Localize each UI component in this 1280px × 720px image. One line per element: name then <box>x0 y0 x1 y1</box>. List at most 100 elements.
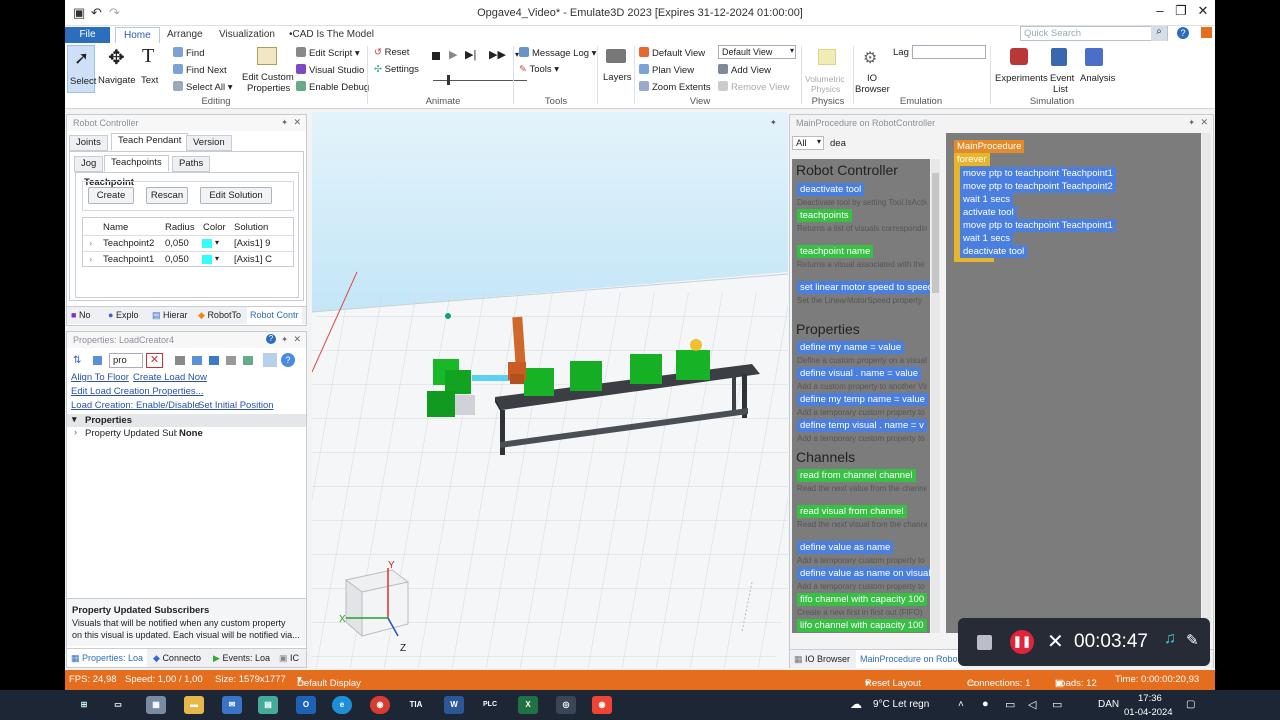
play-icon[interactable]: ▶ <box>449 48 457 61</box>
tab-notes[interactable]: ■ No <box>71 310 90 320</box>
visual-studio-button[interactable]: Visual Studio <box>296 64 364 76</box>
text-button[interactable]: T Text <box>137 45 163 93</box>
select-button[interactable]: ➚ Select <box>67 45 96 93</box>
close-icon[interactable]: ✕ <box>293 117 301 128</box>
remove-view-button[interactable]: Remove View <box>718 81 789 93</box>
outlook-icon[interactable]: O <box>296 696 316 714</box>
tab-teach-pendant[interactable]: Teach Pendant <box>111 133 189 151</box>
property-row[interactable]: › Property Updated Subs None <box>67 427 306 440</box>
palette-block[interactable]: define my name = value <box>797 341 905 354</box>
tab-arrange[interactable]: Arrange <box>159 27 211 43</box>
palette-block[interactable]: lifo channel with capacity 100 <box>797 619 927 632</box>
script-line[interactable]: activate tool <box>960 206 1017 219</box>
battery-icon[interactable]: ▭ <box>1052 698 1062 711</box>
slider-thumb[interactable] <box>447 75 450 85</box>
palette-block[interactable]: set linear motor speed to speed <box>797 281 930 294</box>
help-icon[interactable]: ? <box>266 334 276 344</box>
recorder-icon[interactable]: ◉ <box>592 696 612 714</box>
script-canvas[interactable]: MainProcedure forever move ptp to teachp… <box>946 133 1201 633</box>
excel-icon[interactable]: X <box>518 696 538 714</box>
palette-block[interactable]: teachpoint name <box>797 245 874 258</box>
plan-view-button[interactable]: Plan View <box>639 64 694 76</box>
script-line[interactable]: wait 1 secs <box>960 193 1013 206</box>
category-icon[interactable] <box>93 356 102 365</box>
script-line[interactable]: wait 1 secs <box>960 232 1013 245</box>
volume-icon[interactable]: ◁ <box>1028 698 1036 711</box>
canvas-scrollbar[interactable] <box>1202 133 1211 633</box>
task-view-icon[interactable]: ▭ <box>108 696 128 714</box>
palette-block[interactable]: define value as name <box>797 541 894 554</box>
quick-search-input[interactable]: Quick Search <box>1024 28 1081 39</box>
navigate-button[interactable]: ✥ Navigate <box>98 45 136 93</box>
toolbar-icon[interactable] <box>243 356 253 365</box>
tab-cad-is-the-model[interactable]: •CAD Is The Model <box>281 27 382 43</box>
enable-debug-button[interactable]: Enable Debug <box>296 81 369 93</box>
table-row[interactable]: › Teachpoint2 0,050 ▾ [Axis1] 9 <box>83 235 295 251</box>
experiments-button[interactable]: Experiments <box>995 45 1048 95</box>
palette-filter-select[interactable]: All ▾ <box>792 136 824 150</box>
file-explorer-icon[interactable]: ▬ <box>184 696 204 714</box>
sort-icon[interactable]: ⇅ <box>73 355 81 366</box>
chevron-down-icon[interactable]: ▾ <box>215 254 219 263</box>
subtab-teachpoints[interactable]: Teachpoints <box>104 155 169 172</box>
toolbar-icon[interactable] <box>263 353 277 367</box>
toolbar-icon[interactable] <box>175 356 185 365</box>
find-next-button[interactable]: Find Next <box>173 64 227 76</box>
tab-robot-controller[interactable]: Robot Contr <box>247 307 302 325</box>
tab-properties[interactable]: ▦ Properties: Loa <box>67 649 148 667</box>
microphone-icon[interactable]: ♫ <box>1164 630 1176 648</box>
palette-search-input[interactable]: dea <box>830 138 846 149</box>
tab-events[interactable]: ▶ Events: Loa <box>213 653 270 664</box>
align-to-floor-link[interactable]: Align To Floor <box>71 372 129 383</box>
close-icon[interactable]: ✕ <box>293 334 301 345</box>
reset-button[interactable]: ↺ Reset <box>374 47 409 58</box>
palette-block[interactable]: fifo channel with capacity 100 <box>797 593 928 606</box>
palette-block[interactable]: deactivate tool <box>797 183 865 196</box>
tab-visualization[interactable]: Visualization <box>211 27 283 43</box>
widgets-icon[interactable]: ▦ <box>146 696 166 714</box>
edit-solution-button[interactable]: Edit Solution <box>200 187 272 204</box>
tab-version[interactable]: Version <box>186 135 232 151</box>
color-swatch[interactable] <box>202 255 212 264</box>
tab-main-procedure[interactable]: MainProcedure on Robot <box>856 650 965 668</box>
chevron-down-icon[interactable]: ▾ <box>215 238 219 247</box>
weather-text[interactable]: 9°C Let regn <box>873 699 929 710</box>
add-view-button[interactable]: Add View <box>718 64 771 76</box>
palette-block[interactable]: read from channel channel <box>797 469 916 482</box>
property-search-input[interactable]: pro <box>109 353 143 368</box>
color-swatch[interactable] <box>202 239 212 248</box>
script-line[interactable]: move ptp to teachpoint Teachpoint1 <box>960 219 1116 232</box>
tools-button[interactable]: ✎ Tools ▾ <box>519 64 559 75</box>
display-status[interactable]: ▭ Default Display ▾ <box>297 674 361 689</box>
find-button[interactable]: Find <box>173 47 204 59</box>
pin-icon[interactable]: ✦ <box>281 335 288 344</box>
speed-status[interactable]: Speed: 1,00 / 1,00 <box>125 674 203 685</box>
edge-icon[interactable]: e <box>332 696 352 714</box>
layers-button[interactable]: Layers <box>602 45 632 95</box>
info-icon[interactable]: ? <box>281 353 295 367</box>
toolbar-icon[interactable] <box>192 356 202 365</box>
clock-time[interactable]: 17:36 <box>1138 693 1162 704</box>
help-icon[interactable]: ? <box>1177 27 1189 39</box>
tab-robot-tool[interactable]: ◆ RobotTo <box>198 310 241 321</box>
network-icon[interactable]: ▭ <box>1005 698 1015 711</box>
plcsim-icon[interactable]: PLC <box>480 696 500 714</box>
palette-block[interactable]: read visual from channel <box>797 505 907 518</box>
create-button[interactable]: Create <box>88 187 134 204</box>
tab-io-browser[interactable]: ▦ IO Browser <box>794 654 850 665</box>
tab-io[interactable]: ▣ IC <box>279 653 299 664</box>
zoom-extents-button[interactable]: Zoom Extents <box>639 81 711 93</box>
forever-block[interactable]: forever <box>954 153 990 166</box>
cancel-recording-icon[interactable]: ✕ <box>1047 629 1064 654</box>
default-view-button[interactable]: Default View <box>639 47 705 59</box>
edit-load-creation-link[interactable]: Edit Load Creation Properties... <box>71 386 204 397</box>
tray-chevron-icon[interactable]: ˄ <box>958 699 964 710</box>
load-creation-toggle-link[interactable]: Load Creation: Enable/Disable <box>71 400 200 411</box>
palette-block[interactable]: define visual . name = value <box>797 367 922 380</box>
tia-portal-icon[interactable]: TIA <box>406 696 426 714</box>
create-load-now-link[interactable]: Create Load Now <box>133 372 207 383</box>
pin-icon[interactable]: ✦ <box>1188 118 1195 127</box>
stop-icon[interactable] <box>432 52 440 60</box>
language-indicator[interactable]: DAN <box>1098 699 1119 710</box>
word-icon[interactable]: W <box>444 696 464 714</box>
